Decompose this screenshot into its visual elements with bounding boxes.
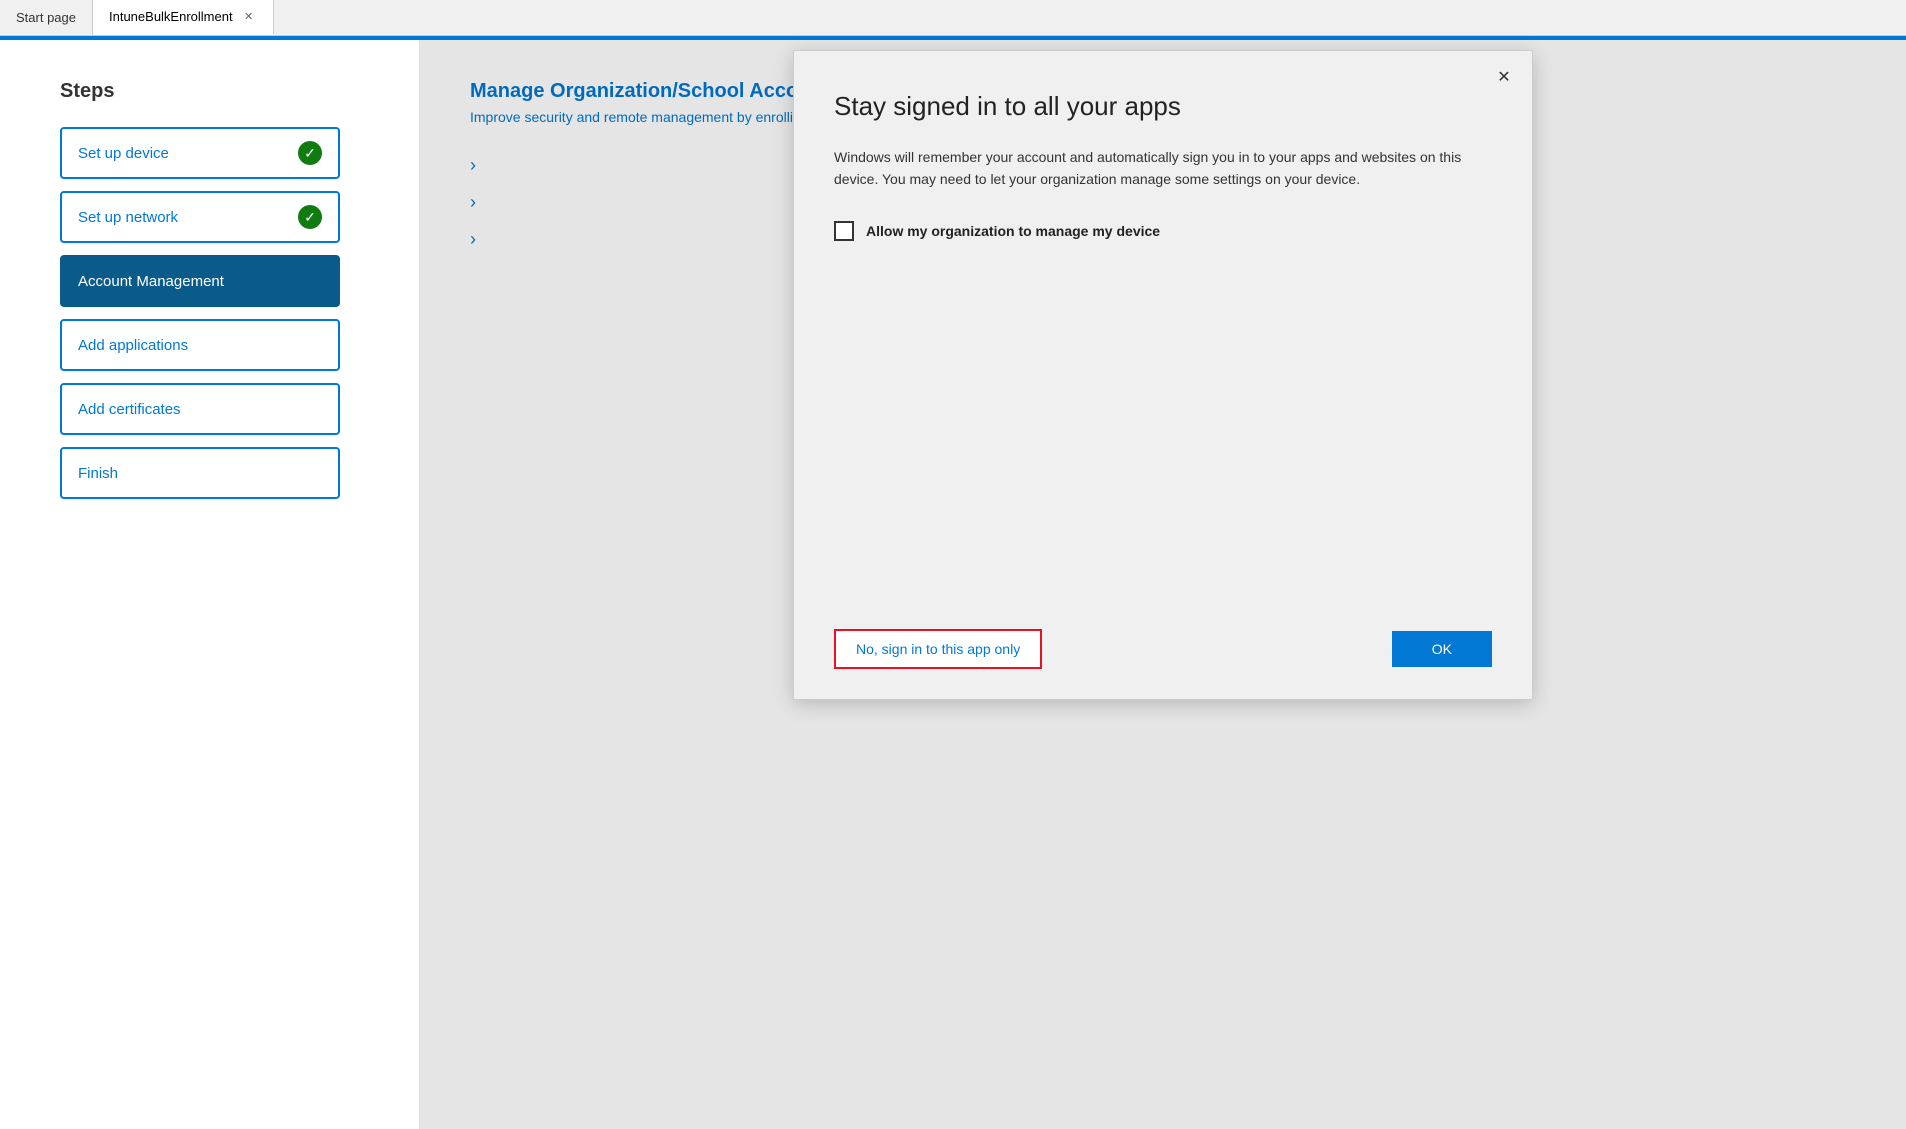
checkbox-row: Allow my organization to manage my devic… — [834, 221, 1492, 241]
step-setup-network[interactable]: Set up network ✓ — [60, 191, 340, 243]
sidebar: Steps Set up device ✓ Set up network ✓ A… — [0, 40, 420, 1129]
tab-intune[interactable]: IntuneBulkEnrollment ✕ — [93, 0, 274, 35]
modal-overlay: ✕ Stay signed in to all your apps Window… — [420, 40, 1906, 1129]
step-add-certificates-label: Add certificates — [78, 401, 181, 418]
no-sign-in-button[interactable]: No, sign in to this app only — [834, 629, 1042, 669]
tab-intune-close[interactable]: ✕ — [241, 9, 257, 25]
step-setup-device-label: Set up device — [78, 145, 169, 162]
manage-device-checkbox[interactable] — [834, 221, 854, 241]
step-add-applications-label: Add applications — [78, 337, 188, 354]
modal-dialog: ✕ Stay signed in to all your apps Window… — [793, 50, 1533, 700]
tab-start-page[interactable]: Start page — [0, 0, 93, 35]
main-layout: Steps Set up device ✓ Set up network ✓ A… — [0, 40, 1906, 1129]
modal-heading: Stay signed in to all your apps — [834, 91, 1492, 122]
content-area: Manage Organization/School Accounts Impr… — [420, 40, 1906, 1129]
step-account-management-label: Account Management — [78, 273, 224, 290]
tab-start-page-label: Start page — [16, 10, 76, 25]
ok-button[interactable]: OK — [1392, 631, 1492, 667]
modal-body: Stay signed in to all your apps Windows … — [794, 51, 1532, 609]
step-finish-label: Finish — [78, 465, 118, 482]
step-setup-network-check: ✓ — [298, 205, 322, 229]
step-setup-device-check: ✓ — [298, 141, 322, 165]
modal-footer: No, sign in to this app only OK — [794, 609, 1532, 699]
sidebar-title: Steps — [60, 80, 379, 103]
modal-close-button[interactable]: ✕ — [1490, 63, 1518, 91]
tab-intune-label: IntuneBulkEnrollment — [109, 9, 233, 24]
step-add-applications[interactable]: Add applications — [60, 319, 340, 371]
step-finish[interactable]: Finish — [60, 447, 340, 499]
manage-device-label: Allow my organization to manage my devic… — [866, 223, 1160, 239]
step-setup-device[interactable]: Set up device ✓ — [60, 127, 340, 179]
step-add-certificates[interactable]: Add certificates — [60, 383, 340, 435]
step-account-management[interactable]: Account Management — [60, 255, 340, 307]
title-bar: Start page IntuneBulkEnrollment ✕ — [0, 0, 1906, 36]
step-setup-network-label: Set up network — [78, 209, 178, 226]
modal-description: Windows will remember your account and a… — [834, 146, 1474, 191]
